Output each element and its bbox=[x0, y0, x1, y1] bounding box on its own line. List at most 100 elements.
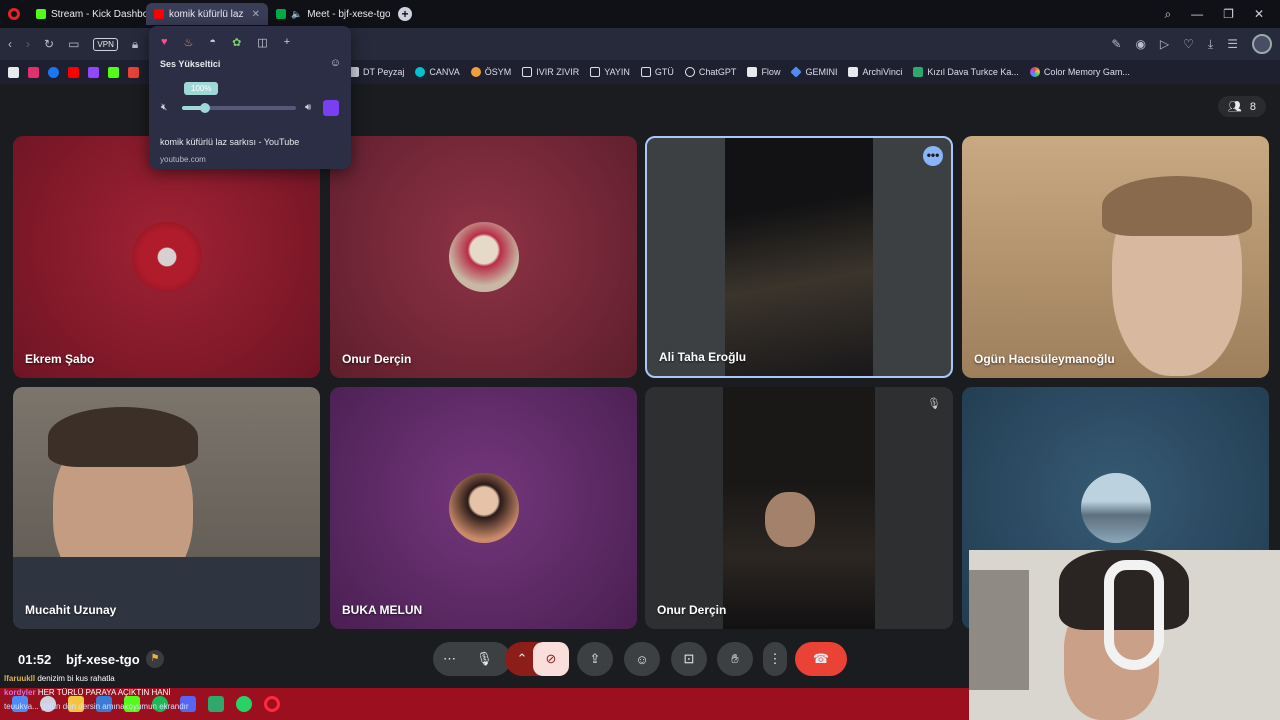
bookmark-label: YAYIN bbox=[604, 67, 630, 77]
extension-icon[interactable]: ◫ bbox=[257, 36, 267, 49]
folder-icon bbox=[640, 67, 651, 77]
bookmark-dt-peyzaj[interactable]: DT Peyzaj bbox=[349, 67, 404, 77]
meet-favicon-icon bbox=[276, 9, 286, 19]
present-button[interactable]: ⇪ bbox=[577, 642, 613, 676]
chat-text: denizim bi kus rahatla bbox=[37, 674, 115, 683]
participant-name: Onur Derçin bbox=[657, 603, 727, 617]
restore-icon[interactable]: ❐ bbox=[1223, 7, 1234, 21]
bookmark-label: CANVA bbox=[429, 67, 460, 77]
hand-icon: ✋︎ bbox=[731, 651, 739, 666]
play-icon[interactable]: ▷ bbox=[1160, 37, 1169, 51]
bookmark-gtu[interactable]: GTÜ bbox=[640, 67, 674, 77]
forward-icon[interactable]: › bbox=[26, 37, 30, 51]
bookmark-flow[interactable]: Flow bbox=[747, 67, 780, 77]
volume-percent-badge: 100% bbox=[184, 82, 219, 95]
download-icon[interactable]: ⤓ bbox=[1208, 37, 1213, 52]
search-tabs-icon[interactable]: ⌕ bbox=[1164, 7, 1171, 22]
incognito-icon[interactable]: ◓ bbox=[209, 36, 216, 49]
camera-off-button[interactable]: ⊘ bbox=[533, 642, 569, 676]
people-icon: 👥︎ bbox=[1227, 101, 1242, 113]
tab-label: komik küfürlü laz sarkı bbox=[169, 8, 243, 20]
smile-icon[interactable]: ☺ bbox=[330, 57, 341, 69]
tab-youtube[interactable]: komik küfürlü laz sarkı ✕ bbox=[146, 3, 268, 25]
volume-slider-handle[interactable] bbox=[199, 103, 210, 113]
more-options-icon[interactable]: ••• bbox=[923, 146, 943, 166]
new-tab-button[interactable]: + bbox=[398, 7, 412, 21]
youtube-bookmark-icon[interactable] bbox=[68, 66, 79, 78]
snapshot-icon[interactable]: ◉ bbox=[1135, 37, 1145, 51]
vpn-badge[interactable]: VPN bbox=[93, 37, 118, 51]
twitch-bookmark-icon[interactable] bbox=[88, 66, 99, 78]
participant-tile[interactable]: Mucahit Uzunay bbox=[13, 387, 320, 629]
participant-tile[interactable]: BUKA MELUN bbox=[330, 387, 637, 629]
bookmark-ivir-zivir[interactable]: IVIR ZIVIR bbox=[522, 67, 579, 77]
popup-title: Ses Yükseltici bbox=[160, 59, 221, 69]
more-audio-icon[interactable]: ⋯ bbox=[443, 651, 456, 667]
participant-name: Ali Taha Eroğlu bbox=[659, 350, 747, 364]
close-window-icon[interactable]: ✕ bbox=[1254, 7, 1264, 21]
bookmark-label: Kızıl Dava Turkce Ka... bbox=[927, 67, 1019, 77]
host-controls-icon[interactable]: ⚑ bbox=[146, 650, 164, 668]
captions-button[interactable]: ⊡ bbox=[671, 642, 707, 676]
reactions-button[interactable]: ☺ bbox=[624, 642, 660, 676]
close-tab-icon[interactable]: ✕ bbox=[252, 9, 260, 20]
palm-icon[interactable]: ✿ bbox=[232, 36, 241, 49]
participant-tile[interactable]: 🎙︎ Onur Derçin bbox=[645, 387, 953, 629]
bookmark-yayin[interactable]: YAYIN bbox=[590, 67, 630, 77]
fire-icon[interactable]: ♨ bbox=[184, 36, 194, 49]
bookmark-color-memory[interactable]: Color Memory Gam... bbox=[1029, 67, 1130, 77]
heart-icon[interactable]: ♥ bbox=[161, 36, 168, 49]
whatsapp-icon[interactable] bbox=[236, 696, 252, 712]
volume-slider[interactable] bbox=[182, 103, 296, 113]
instagram-bookmark-icon[interactable] bbox=[28, 66, 39, 78]
speaker-loud-icon[interactable]: 🔊︎ bbox=[305, 102, 311, 113]
headphones-shape bbox=[1104, 560, 1164, 670]
minimize-icon[interactable]: — bbox=[1191, 7, 1203, 21]
tab-meet[interactable]: 🔈 Meet - bjf-xese-tgo bbox=[268, 3, 390, 25]
camera-icon[interactable]: ▭ bbox=[68, 37, 79, 51]
tab-kick[interactable]: Stream - Kick Dashboard bbox=[28, 3, 146, 25]
media-url: youtube.com bbox=[160, 155, 206, 164]
bookmark-chatgpt[interactable]: ChatGPT bbox=[684, 67, 737, 77]
bookmark-label: ChatGPT bbox=[698, 67, 737, 77]
kick-favicon-icon bbox=[36, 9, 46, 19]
reload-icon[interactable]: ↻ bbox=[44, 37, 54, 51]
bookmark-gemini[interactable]: GEMINI bbox=[790, 66, 838, 78]
leave-call-button[interactable]: ☎ bbox=[795, 642, 847, 676]
profile-avatar[interactable] bbox=[1252, 34, 1272, 54]
menu-icon[interactable]: ☰ bbox=[1227, 37, 1238, 51]
opera-logo-icon[interactable] bbox=[8, 8, 20, 20]
chatgpt-icon bbox=[684, 67, 695, 77]
participant-tile[interactable]: Ogün Hacısüleymanoğlu bbox=[962, 136, 1269, 378]
more-options-button[interactable]: ⋮ bbox=[763, 642, 787, 676]
participant-name: Onur Derçin bbox=[342, 352, 412, 366]
raise-hand-button[interactable]: ✋︎ bbox=[717, 642, 753, 676]
bookmark-osym[interactable]: ÖSYM bbox=[470, 67, 511, 77]
chat-message: lfaruukll denizim bi kus rahatla bbox=[4, 672, 189, 686]
facebook-bookmark-icon[interactable] bbox=[48, 66, 59, 78]
gmail-bookmark-icon[interactable] bbox=[128, 66, 139, 78]
participant-tile[interactable]: Onur Derçin bbox=[330, 136, 637, 378]
mute-icon[interactable]: 🔇︎ bbox=[161, 102, 167, 113]
kick-bookmark-icon[interactable] bbox=[108, 66, 119, 78]
participant-tile-active[interactable]: ••• Ali Taha Eroğlu bbox=[645, 136, 953, 378]
edit-icon[interactable]: ✎ bbox=[1111, 37, 1121, 51]
camera-off-icon: ⊘ bbox=[545, 651, 557, 666]
boost-toggle-button[interactable] bbox=[323, 100, 339, 116]
heart-icon[interactable]: ♡ bbox=[1183, 37, 1194, 51]
participant-tile[interactable]: Ekrem Şabo bbox=[13, 136, 320, 378]
participants-button[interactable]: 👥︎ 8 bbox=[1217, 96, 1266, 117]
opera-taskbar-icon[interactable] bbox=[264, 696, 280, 712]
add-icon[interactable]: + bbox=[284, 36, 290, 49]
bookmark-canva[interactable]: CANVA bbox=[415, 67, 460, 77]
app-icon[interactable] bbox=[208, 696, 224, 712]
mic-icon[interactable]: 🎙︎ bbox=[476, 651, 493, 667]
back-icon[interactable]: ‹ bbox=[8, 37, 12, 51]
bookmark-archivinci[interactable]: ArchiVinci bbox=[848, 67, 902, 77]
hang-up-icon: ☎ bbox=[812, 651, 830, 666]
x-bookmark-icon[interactable] bbox=[8, 66, 19, 78]
bookmark-label: ArchiVinci bbox=[862, 67, 903, 77]
tab-label: Stream - Kick Dashboard bbox=[51, 8, 146, 20]
bookmark-label: GEMINI bbox=[805, 67, 838, 77]
bookmark-kizil-dava[interactable]: Kızıl Dava Turkce Ka... bbox=[913, 67, 1019, 77]
